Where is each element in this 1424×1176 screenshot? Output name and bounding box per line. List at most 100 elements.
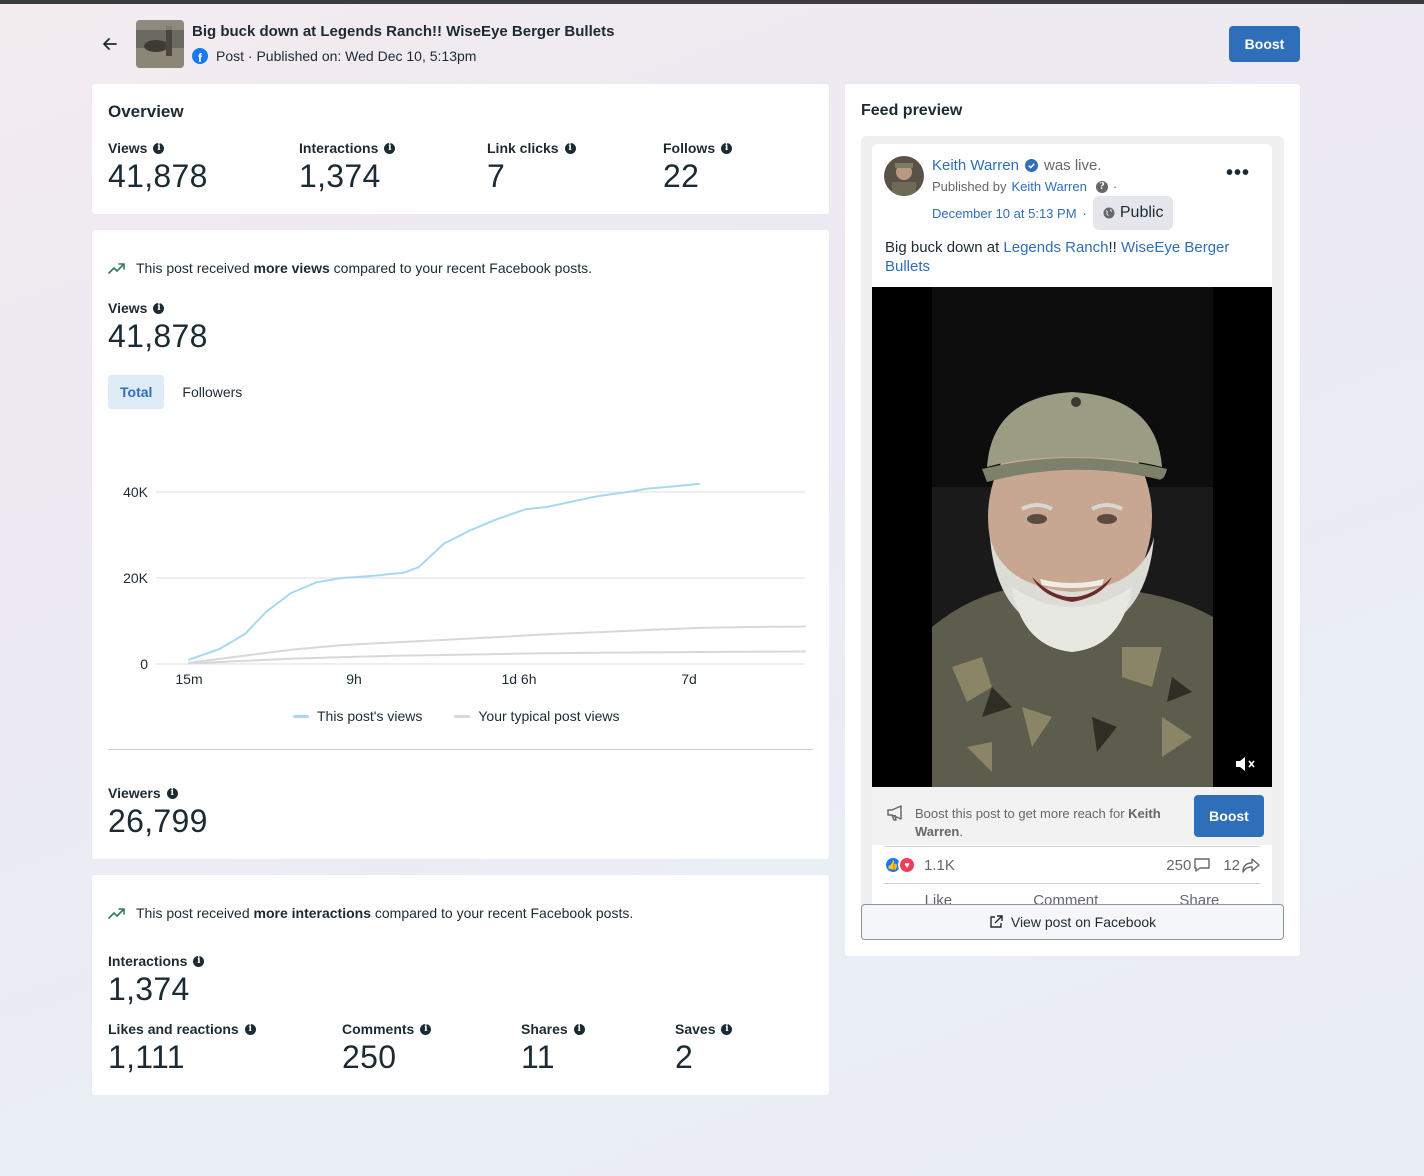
info-icon[interactable]: i: [721, 142, 733, 154]
share-count[interactable]: 12: [1223, 857, 1240, 874]
metric-interactions: Interactions i 1,374: [299, 140, 396, 195]
separator-dot: ·: [1082, 205, 1087, 221]
external-link-icon: [990, 915, 1003, 928]
megaphone-icon: [887, 805, 902, 821]
was-live-text: was live.: [1043, 157, 1102, 174]
metric-value: 250: [342, 1039, 397, 1075]
metric-value: 7: [487, 158, 506, 194]
author-name[interactable]: Keith Warren: [932, 157, 1019, 174]
divider: [108, 749, 813, 750]
post-video[interactable]: [872, 287, 1272, 787]
insight-text: This post received: [136, 905, 254, 921]
interactions-insight: This post received more interactions com…: [108, 905, 633, 921]
post-thumbnail: [136, 20, 184, 68]
mute-icon[interactable]: [1234, 755, 1256, 773]
metric-value: 1,374: [299, 158, 381, 194]
boost-hint-end: .: [959, 824, 963, 839]
insight-text: This post received: [136, 260, 254, 276]
views-label: Views: [108, 300, 148, 316]
metric-follows: Follows i 22: [663, 140, 733, 195]
verified-badge-icon: [1024, 159, 1038, 172]
views-tabs: Total Followers: [108, 375, 254, 409]
metric-value: 41,878: [108, 158, 208, 194]
feed-preview-card: Feed preview Keith Warren was live. Publ…: [845, 84, 1300, 956]
post-link-legends-ranch[interactable]: Legends Ranch: [1003, 239, 1108, 256]
interactions-label: Interactions: [108, 953, 188, 969]
info-icon[interactable]: i: [153, 142, 165, 154]
avatar[interactable]: [884, 156, 924, 196]
info-icon[interactable]: i: [564, 142, 576, 154]
metric-likes-reactions: Likes and reactions i 1,111: [108, 1021, 256, 1076]
window-top-border: [0, 0, 1424, 4]
back-arrow-icon[interactable]: [100, 34, 120, 54]
post-meta: f Post · Published on: Wed Dec 10, 5:13p…: [192, 48, 476, 64]
boost-button[interactable]: Boost: [1229, 26, 1300, 62]
published-by-name[interactable]: Keith Warren: [1011, 179, 1086, 194]
boost-hint-text: Boost this post to get more reach for: [915, 806, 1129, 821]
insight-text-end: compared to your recent Facebook posts.: [329, 260, 593, 276]
insight-bold: more views: [253, 260, 330, 276]
metric-label: Likes and reactions: [108, 1021, 239, 1037]
legend-swatch: [293, 714, 309, 718]
tab-followers[interactable]: Followers: [170, 375, 254, 409]
audience-chip[interactable]: Public: [1092, 196, 1174, 230]
info-icon[interactable]: i: [166, 787, 178, 799]
views-card: This post received more views compared t…: [92, 230, 829, 859]
metric-label: Follows: [663, 140, 716, 156]
y-tick-label: 0: [140, 656, 148, 672]
views-value: 41,878: [108, 318, 208, 354]
info-icon[interactable]: i: [420, 1023, 432, 1035]
metric-shares: Shares i 11: [521, 1021, 585, 1076]
view-on-facebook-button[interactable]: View post on Facebook: [861, 904, 1284, 940]
info-icon[interactable]: i: [244, 1023, 256, 1035]
series-line: [188, 625, 806, 664]
trending-up-icon: [108, 908, 125, 919]
help-icon[interactable]: ?: [1095, 180, 1108, 193]
metric-value: 1,111: [108, 1039, 185, 1075]
reaction-icons: 👍 ♥: [884, 856, 916, 874]
post-text-part: !!: [1108, 239, 1122, 256]
chart-legend: This post's views Your typical post view…: [293, 708, 619, 724]
globe-icon: [1103, 207, 1115, 219]
legend-label: Your typical post views: [478, 708, 620, 724]
post-text: Big buck down at Legends Ranch!! WiseEye…: [885, 238, 1260, 276]
reaction-count[interactable]: 1.1K: [924, 857, 955, 874]
info-icon[interactable]: i: [193, 955, 205, 967]
metric-label: Comments: [342, 1021, 415, 1037]
overview-card: Overview Views i 41,878 Interactions i 1,3…: [92, 84, 829, 214]
insight-text-end: compared to your recent Facebook posts.: [370, 905, 634, 921]
boost-post-button[interactable]: Boost: [1194, 795, 1264, 837]
facebook-post: Keith Warren was live. Published by Keit…: [872, 144, 1272, 924]
x-tick-label: 1d 6h: [501, 671, 536, 687]
series-line: [188, 482, 700, 661]
info-icon[interactable]: i: [573, 1023, 585, 1035]
legend-item-this-post: This post's views: [293, 708, 422, 724]
viewers-metric: Viewers i 26,799: [108, 785, 208, 840]
post-date[interactable]: December 10 at 5:13 PM: [932, 206, 1077, 221]
facebook-icon: f: [192, 48, 208, 64]
metric-label: Link clicks: [487, 140, 559, 156]
overview-title: Overview: [108, 102, 184, 121]
info-icon[interactable]: i: [721, 1023, 733, 1035]
insight-bold: more interactions: [253, 905, 371, 921]
interactions-card: This post received more interactions com…: [92, 875, 829, 1095]
info-icon[interactable]: i: [384, 142, 396, 154]
views-insight: This post received more views compared t…: [108, 260, 592, 276]
metric-saves: Saves i 2: [675, 1021, 733, 1076]
viewers-label: Viewers: [108, 785, 161, 801]
views-line-chart: 40K 20K 0 15m 9h 1d 6h 7d: [123, 482, 806, 687]
comment-count[interactable]: 250: [1166, 857, 1191, 874]
reactions-bar: 👍 ♥ 1.1K 250 12: [884, 846, 1260, 884]
published-by-line: Published by Keith Warren ? ·: [932, 179, 1117, 194]
comment-icon: [1194, 858, 1211, 872]
legend-label: This post's views: [317, 708, 423, 724]
preview-frame: Keith Warren was live. Published by Keit…: [861, 136, 1284, 940]
info-icon[interactable]: i: [153, 302, 165, 314]
more-options-icon[interactable]: •••: [1226, 162, 1250, 185]
metric-comments: Comments i 250: [342, 1021, 432, 1076]
tab-total[interactable]: Total: [108, 375, 165, 409]
separator-dot: ·: [1112, 179, 1118, 194]
metric-link-clicks: Link clicks i 7: [487, 140, 576, 195]
trending-up-icon: [108, 263, 125, 274]
metric-label: Views: [108, 140, 148, 156]
